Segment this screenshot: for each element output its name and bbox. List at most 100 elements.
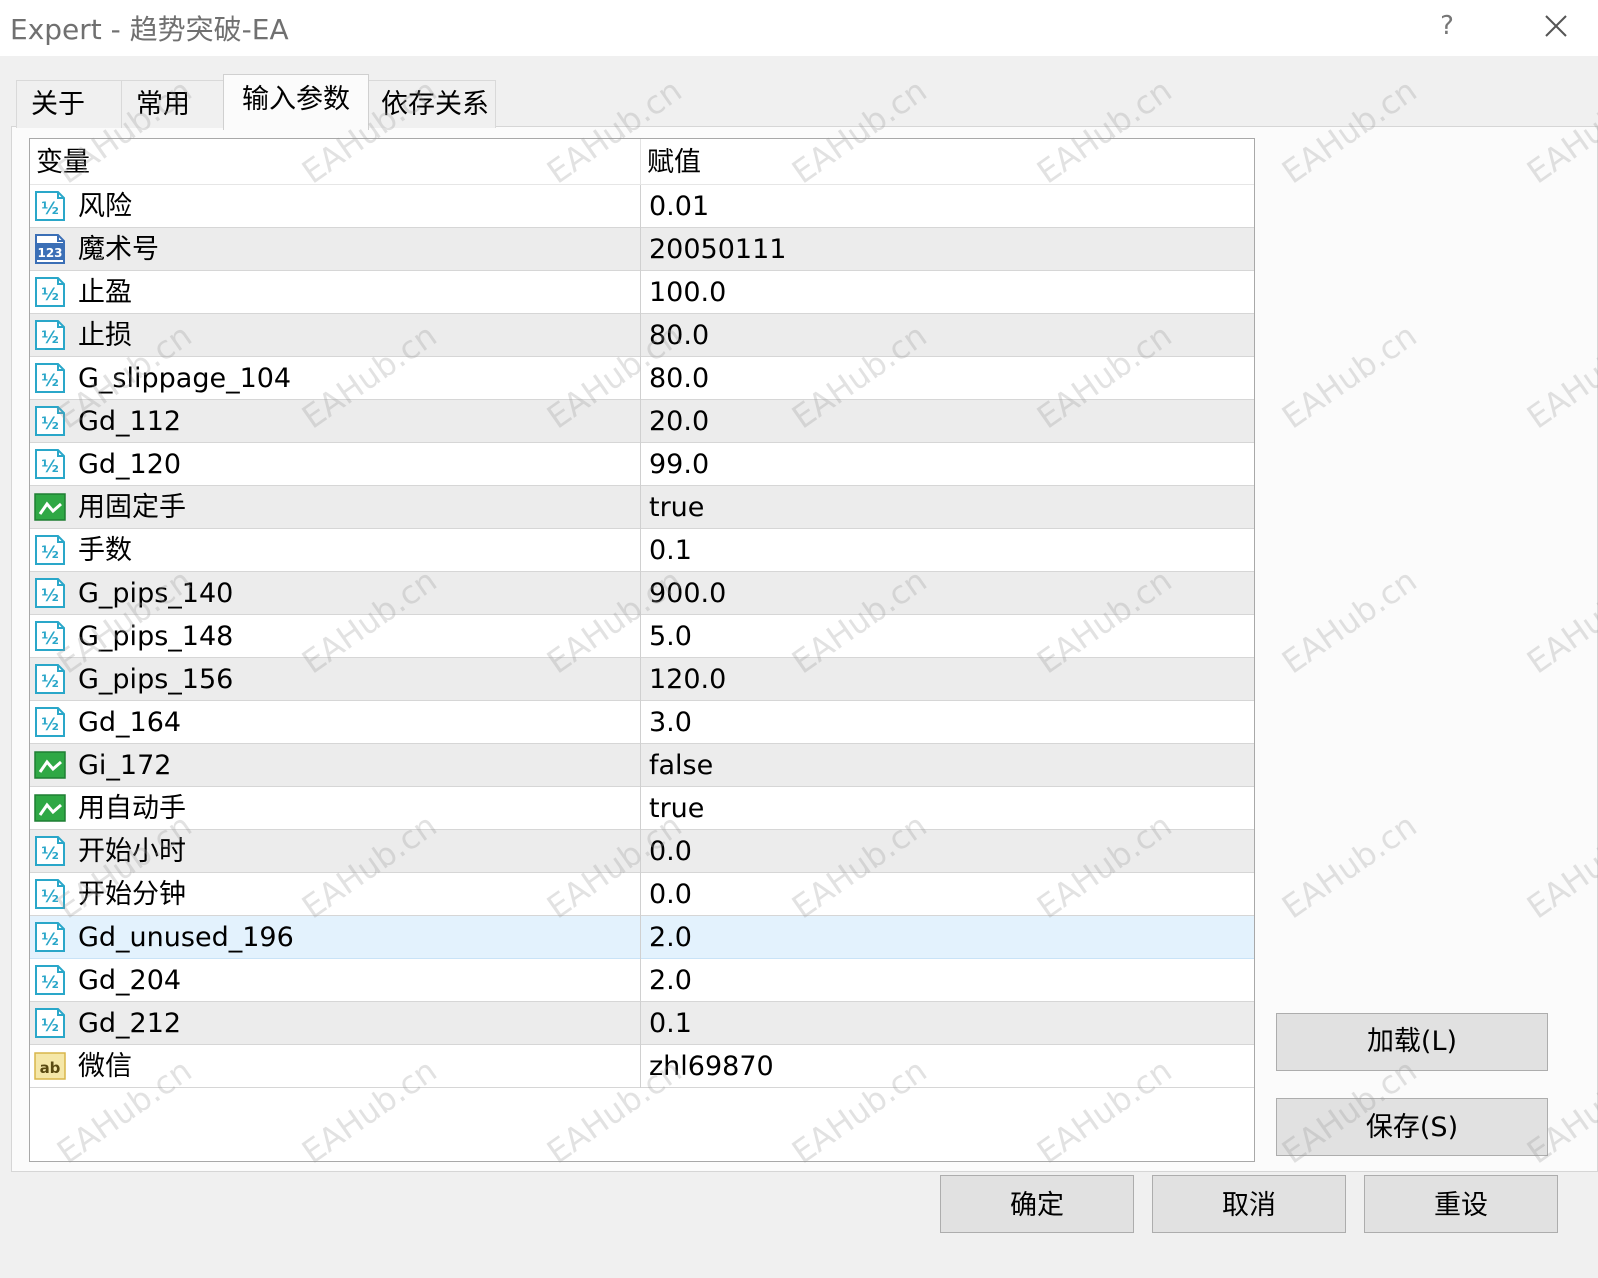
column-divider <box>640 139 641 184</box>
table-row[interactable]: ½ Gd_204 2.0 <box>30 959 1254 1002</box>
svg-text:½: ½ <box>41 199 59 219</box>
parameter-value[interactable]: 0.1 <box>649 1002 692 1044</box>
svg-text:ab: ab <box>40 1059 61 1077</box>
parameter-value[interactable]: true <box>649 787 704 829</box>
fraction-icon: ½ <box>32 447 68 481</box>
tab-about[interactable]: 关于 <box>16 80 122 128</box>
table-row[interactable]: ½ 止盈 100.0 <box>30 271 1254 314</box>
load-button[interactable]: 加载(L) <box>1276 1013 1548 1071</box>
parameters-grid[interactable]: 变量 赋值 ½ 风险 0.01 123 魔术号 20050111 ½ 止盈 100.0 ½ 止损 80… <box>29 138 1255 1162</box>
fraction-icon: ½ <box>32 662 68 696</box>
fraction-icon: ½ <box>32 619 68 653</box>
parameter-value[interactable]: 80.0 <box>649 357 709 399</box>
column-divider <box>640 787 641 830</box>
parameter-value[interactable]: 99.0 <box>649 443 709 485</box>
parameter-value[interactable]: false <box>649 744 713 786</box>
fraction-icon: ½ <box>32 361 68 395</box>
window-title: Expert - 趋势突破-EA <box>10 13 289 46</box>
column-divider <box>640 873 641 916</box>
column-divider <box>640 185 641 228</box>
boolean-icon <box>32 791 68 825</box>
close-button[interactable] <box>1538 8 1574 44</box>
parameter-name: 开始小时 <box>78 836 186 867</box>
parameter-name: 开始分钟 <box>78 879 186 910</box>
parameter-value[interactable]: 80.0 <box>649 314 709 356</box>
column-header-value[interactable]: 赋值 <box>647 139 701 184</box>
tab-dependencies[interactable]: 依存关系 <box>366 80 496 128</box>
parameter-value[interactable]: 3.0 <box>649 701 692 743</box>
table-row[interactable]: ½ Gd_112 20.0 <box>30 400 1254 443</box>
table-row[interactable]: ½ Gd_212 0.1 <box>30 1002 1254 1045</box>
tab-inputs[interactable]: 输入参数 <box>223 74 369 130</box>
table-row[interactable]: ½ 止损 80.0 <box>30 314 1254 357</box>
table-row[interactable]: ½ 手数 0.1 <box>30 529 1254 572</box>
table-row[interactable]: 123 魔术号 20050111 <box>30 228 1254 271</box>
grid-header: 变量 赋值 <box>30 139 1254 185</box>
boolean-icon <box>32 748 68 782</box>
grid-rows: ½ 风险 0.01 123 魔术号 20050111 ½ 止盈 100.0 ½ 止损 80.0 ½ G_s… <box>30 185 1254 1088</box>
column-divider <box>640 916 641 959</box>
cancel-button[interactable]: 取消 <box>1152 1175 1346 1233</box>
parameter-name: 止盈 <box>78 277 132 308</box>
column-header-variable[interactable]: 变量 <box>36 139 90 184</box>
column-divider <box>640 314 641 357</box>
svg-text:½: ½ <box>41 543 59 563</box>
svg-text:½: ½ <box>41 672 59 692</box>
column-divider <box>640 1045 641 1088</box>
table-row[interactable]: ½ Gd_120 99.0 <box>30 443 1254 486</box>
parameter-name: 风险 <box>78 191 132 222</box>
parameter-value[interactable]: 2.0 <box>649 916 692 958</box>
column-divider <box>640 701 641 744</box>
column-divider <box>640 959 641 1002</box>
table-row[interactable]: 用自动手 true <box>30 787 1254 830</box>
fraction-icon: ½ <box>32 920 68 954</box>
parameter-value[interactable]: 0.01 <box>649 185 709 227</box>
table-row[interactable]: 用固定手 true <box>30 486 1254 529</box>
column-divider <box>640 529 641 572</box>
parameter-value[interactable]: 0.0 <box>649 873 692 915</box>
svg-text:½: ½ <box>41 629 59 649</box>
svg-text:½: ½ <box>41 328 59 348</box>
table-row[interactable]: ½ 开始分钟 0.0 <box>30 873 1254 916</box>
parameter-value[interactable]: 0.1 <box>649 529 692 571</box>
table-row[interactable]: ½ Gd_unused_196 2.0 <box>30 916 1254 959</box>
parameter-value[interactable]: 20.0 <box>649 400 709 442</box>
parameter-value[interactable]: 900.0 <box>649 572 726 614</box>
fraction-icon: ½ <box>32 404 68 438</box>
parameter-value[interactable]: 120.0 <box>649 658 726 700</box>
save-button[interactable]: 保存(S) <box>1276 1098 1548 1156</box>
parameter-value[interactable]: 20050111 <box>649 228 786 270</box>
window-bottom-edge <box>0 1248 1598 1278</box>
table-row[interactable]: ½ G_pips_148 5.0 <box>30 615 1254 658</box>
ok-button[interactable]: 确定 <box>940 1175 1134 1233</box>
table-row[interactable]: ½ G_slippage_104 80.0 <box>30 357 1254 400</box>
parameter-value[interactable]: true <box>649 486 704 528</box>
table-row[interactable]: ½ G_pips_140 900.0 <box>30 572 1254 615</box>
parameter-name: Gd_204 <box>78 965 182 996</box>
svg-text:½: ½ <box>41 457 59 477</box>
table-row[interactable]: ½ 开始小时 0.0 <box>30 830 1254 873</box>
parameter-value[interactable]: zhl69870 <box>649 1045 774 1087</box>
parameter-value[interactable]: 5.0 <box>649 615 692 657</box>
table-row[interactable]: ½ G_pips_156 120.0 <box>30 658 1254 701</box>
parameter-name: 魔术号 <box>78 234 159 265</box>
parameter-value[interactable]: 0.0 <box>649 830 692 872</box>
parameter-value[interactable]: 2.0 <box>649 959 692 1001</box>
table-row[interactable]: Gi_172 false <box>30 744 1254 787</box>
table-row[interactable]: ab 微信 zhl69870 <box>30 1045 1254 1088</box>
table-row[interactable]: ½ 风险 0.01 <box>30 185 1254 228</box>
reset-button[interactable]: 重设 <box>1364 1175 1558 1233</box>
parameter-value[interactable]: 100.0 <box>649 271 726 313</box>
svg-text:½: ½ <box>41 371 59 391</box>
tab-common[interactable]: 常用 <box>121 80 224 128</box>
string-icon: ab <box>32 1049 68 1083</box>
svg-text:½: ½ <box>41 586 59 606</box>
title-bar: Expert - 趋势突破-EA ? <box>0 0 1598 56</box>
fraction-icon: ½ <box>32 705 68 739</box>
parameter-name: 手数 <box>78 535 132 566</box>
parameter-name: G_pips_156 <box>78 664 234 695</box>
help-button[interactable]: ? <box>1432 6 1462 46</box>
table-row[interactable]: ½ Gd_164 3.0 <box>30 701 1254 744</box>
column-divider <box>640 615 641 658</box>
parameter-name: G_slippage_104 <box>78 363 292 394</box>
